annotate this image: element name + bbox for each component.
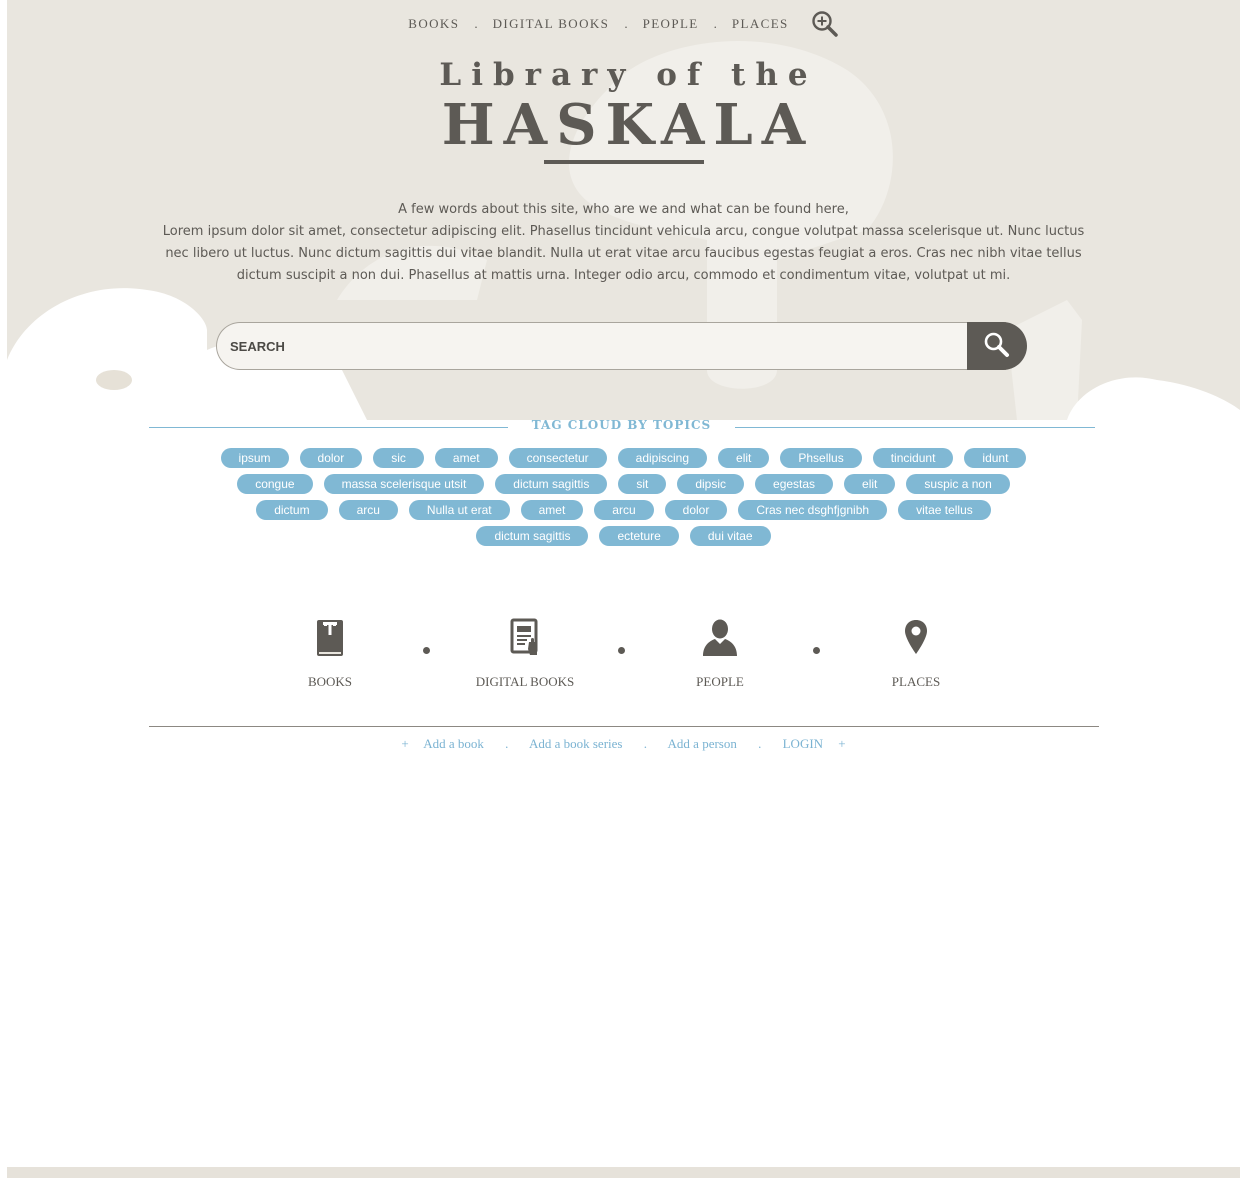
tag[interactable]: arcu (594, 500, 654, 520)
category-label: PEOPLE (696, 674, 744, 689)
tag[interactable]: dictum (256, 500, 328, 520)
tag[interactable]: dipsic (677, 474, 745, 494)
tag-row: ipsum dolor sic amet consectetur adipisc… (200, 448, 1047, 468)
nav-separator: . (713, 16, 717, 31)
title-line-1: Library of the (439, 57, 818, 93)
tag-row: dictum arcu Nulla ut erat amet arcu dolo… (200, 500, 1047, 520)
divider (735, 427, 1095, 428)
category-digital-books[interactable]: DIGITAL BOOKS (445, 618, 605, 690)
tag[interactable]: Cras nec dsghfjgnibh (738, 500, 888, 520)
tag[interactable]: Nulla ut erat (408, 500, 510, 520)
tag[interactable]: dolor (299, 448, 363, 468)
title-line-2: HASKALA (441, 92, 815, 158)
divider (149, 427, 508, 428)
footer-links: + Add a book . Add a book series . Add a… (0, 736, 1247, 752)
category-books[interactable]: BOOKS (250, 618, 410, 690)
add-book-link[interactable]: Add a book (423, 736, 484, 751)
tag[interactable]: vitae tellus (898, 500, 991, 520)
tag[interactable]: ipsum (220, 448, 289, 468)
map-pin-icon (836, 618, 996, 658)
tag[interactable]: dolor (664, 500, 728, 520)
login-link[interactable]: LOGIN (783, 736, 823, 751)
search-input[interactable] (216, 322, 1006, 370)
plus-icon: + (401, 736, 409, 751)
nav-digital-books[interactable]: DIGITAL BOOKS (493, 16, 610, 32)
tag[interactable]: ecteture (599, 526, 679, 546)
tag-cloud-header: TAG CLOUD BY TOPICS (149, 417, 1095, 437)
tag[interactable]: elit (844, 474, 896, 494)
intro-text: A few words about this site, who are we … (150, 199, 1097, 287)
tag[interactable]: sit (618, 474, 667, 494)
footer-separator: . (505, 736, 509, 751)
tag[interactable]: amet (434, 448, 498, 468)
site-title: Library of the HASKALA (0, 56, 1247, 164)
tag[interactable]: tincidunt (872, 448, 954, 468)
nav-books[interactable]: BOOKS (408, 16, 459, 32)
tag[interactable]: elit (718, 448, 770, 468)
digital-book-icon (445, 618, 605, 658)
tag[interactable]: congue (237, 474, 313, 494)
intro-heading: A few words about this site, who are we … (398, 202, 849, 217)
tag[interactable]: egestas (755, 474, 834, 494)
tag[interactable]: amet (520, 500, 584, 520)
category-separator-dot (423, 647, 430, 654)
nav-separator: . (624, 16, 628, 31)
title-underline (543, 160, 704, 164)
search-button[interactable] (967, 322, 1027, 370)
bottom-border-strip (7, 1167, 1240, 1178)
tag[interactable]: dictum sagittis (476, 526, 589, 546)
intro-body: Lorem ipsum dolor sit amet, consectetur … (162, 224, 1085, 283)
category-people[interactable]: PEOPLE (640, 618, 800, 690)
tag[interactable]: sic (373, 448, 424, 468)
category-separator-dot (813, 647, 820, 654)
tag[interactable]: arcu (338, 500, 398, 520)
tag[interactable]: idunt (964, 448, 1027, 468)
tag[interactable]: massa scelerisque utsit (323, 474, 485, 494)
tag[interactable]: dui vitae (689, 526, 771, 546)
category-label: PLACES (891, 674, 941, 689)
tag[interactable]: consectetur (508, 448, 607, 468)
plus-icon: + (838, 736, 846, 751)
tag[interactable]: adipiscing (617, 448, 708, 468)
tag-row: dictum sagittis ecteture dui vitae (200, 526, 1047, 546)
footer-separator: . (643, 736, 647, 751)
footer-divider (149, 726, 1099, 727)
category-separator-dot (618, 647, 625, 654)
book-icon (250, 618, 410, 658)
zoom-in-search-icon[interactable] (811, 10, 839, 38)
tag-cloud-heading: TAG CLOUD BY TOPICS (531, 418, 712, 432)
nav-separator: . (474, 16, 478, 31)
search-icon (983, 331, 1011, 362)
category-places[interactable]: PLACES (836, 618, 996, 690)
tag[interactable]: suspic a non (906, 474, 1010, 494)
tag-cloud: ipsum dolor sic amet consectetur adipisc… (200, 448, 1047, 552)
tag[interactable]: dictum sagittis (495, 474, 608, 494)
search-bar (216, 322, 1027, 370)
footer-separator: . (758, 736, 762, 751)
category-nav: BOOKS DIGITAL BOOKS PEOPLE PLACES (0, 618, 1247, 698)
nav-places[interactable]: PLACES (732, 16, 789, 32)
tag[interactable]: Phsellus (780, 448, 862, 468)
nav-people[interactable]: PEOPLE (643, 16, 699, 32)
add-book-series-link[interactable]: Add a book series (529, 736, 623, 751)
add-person-link[interactable]: Add a person (668, 736, 737, 751)
person-icon (640, 618, 800, 658)
tag-row: congue massa scelerisque utsit dictum sa… (200, 474, 1047, 494)
category-label: BOOKS (307, 674, 353, 689)
top-nav: BOOKS . DIGITAL BOOKS . PEOPLE . PLACES (0, 10, 1247, 37)
category-label: DIGITAL BOOKS (475, 674, 575, 689)
